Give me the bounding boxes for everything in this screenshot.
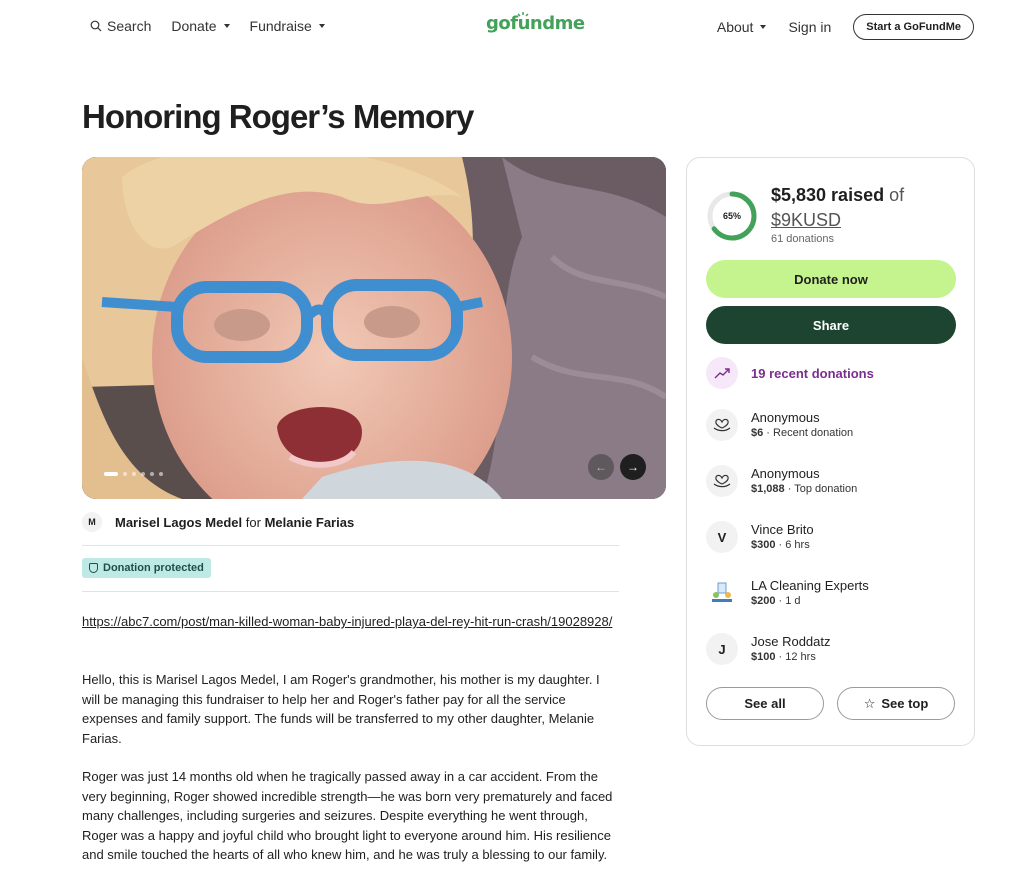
nav-left: Search Donate Fundraise — [90, 18, 325, 34]
donation-note: · 12 hrs — [775, 651, 816, 663]
about-menu-label: About — [716, 19, 754, 35]
donate-menu-label: Donate — [171, 18, 217, 34]
fundraise-menu[interactable]: Fundraise — [250, 18, 325, 34]
shield-icon — [89, 563, 98, 573]
story-paragraph: Hello, this is Marisel Lagos Medel, I am… — [82, 672, 600, 746]
see-all-button[interactable]: See all — [706, 687, 824, 720]
carousel-previous-button[interactable]: ← — [588, 454, 614, 480]
divider — [82, 545, 619, 546]
search-label: Search — [107, 18, 152, 34]
share-button[interactable]: Share — [706, 306, 956, 344]
caret-down-icon — [223, 24, 230, 28]
recent-donations-label: 19 recent donations — [751, 365, 874, 381]
nav-right: About Sign in Start a GoFundMe — [717, 14, 974, 40]
organizer-text: Marisel Lagos Medel for Melanie Farias — [115, 515, 354, 530]
donation-note: · Top donation — [784, 483, 858, 495]
start-gofundme-button[interactable]: Start a GoFundMe — [853, 14, 974, 40]
donor-name: Anonymous — [751, 410, 820, 425]
donation-meta: $1,088 · Top donation — [751, 482, 857, 497]
story-news-link[interactable]: https://abc7.com/post/man-killed-woman-b… — [82, 612, 619, 632]
donor-avatar: V — [706, 521, 738, 553]
donation-amount: $6 — [751, 427, 764, 439]
donor-avatar: J — [706, 633, 738, 665]
divider — [82, 591, 619, 592]
see-top-button[interactable]: ☆ See top — [837, 687, 955, 720]
carousel-dot[interactable] — [141, 472, 145, 476]
donation-amount: $1,088 — [751, 483, 785, 495]
star-icon: ☆ — [863, 695, 876, 711]
fundraise-menu-label: Fundraise — [249, 18, 312, 34]
arrow-left-icon: ← — [595, 460, 607, 474]
organizer-name[interactable]: Marisel Lagos Medel — [115, 515, 242, 530]
campaign-photo-carousel[interactable]: ← → — [82, 157, 666, 499]
donation-item: Anonymous $1,088 · Top donation — [706, 465, 857, 497]
progress-percent: 65% — [722, 211, 741, 221]
donation-protected-badge[interactable]: Donation protected — [82, 558, 211, 578]
heart-hand-icon — [706, 465, 738, 497]
story-paragraph: Roger was just 14 months old when he tra… — [82, 769, 613, 862]
search-link[interactable]: Search — [90, 18, 151, 34]
amount-raised: $5,830 raised of — [771, 185, 904, 206]
donation-meta: $300 · 6 hrs — [751, 538, 814, 553]
caret-down-icon — [318, 24, 325, 28]
arrow-right-icon: → — [627, 460, 639, 474]
donation-count: 61 donations — [771, 233, 834, 245]
organizer-avatar: M — [82, 512, 102, 532]
page-title: Honoring Roger’s Memory — [82, 98, 474, 135]
donate-now-button[interactable]: Donate now — [706, 260, 956, 298]
heart-hand-icon — [706, 409, 738, 441]
about-menu[interactable]: About — [717, 19, 767, 35]
donation-note: · 1 d — [775, 595, 801, 607]
carousel-dot[interactable] — [150, 472, 154, 476]
see-top-label: See top — [881, 696, 929, 711]
donate-menu[interactable]: Donate — [171, 18, 230, 34]
beneficiary-name[interactable]: Melanie Farias — [265, 515, 355, 530]
of-word: of — [889, 185, 905, 205]
donor-name: LA Cleaning Experts — [751, 578, 869, 593]
donation-item: J Jose Roddatz $100 · 12 hrs — [706, 633, 831, 665]
carousel-next-button[interactable]: → — [620, 454, 646, 480]
caret-down-icon — [760, 25, 767, 29]
donation-amount: $100 — [751, 651, 776, 663]
sign-in-link[interactable]: Sign in — [788, 19, 831, 35]
organizer-line: M Marisel Lagos Medel for Melanie Farias — [82, 512, 354, 532]
campaign-photo — [82, 157, 666, 499]
organizer-for-word: for — [245, 514, 261, 530]
donation-item: LA Cleaning Experts $200 · 1 d — [706, 577, 869, 609]
donation-meta: $6 · Recent donation — [751, 426, 853, 441]
donation-amount: $300 — [751, 539, 776, 551]
donation-note: · 6 hrs — [775, 539, 810, 551]
carousel-dot[interactable] — [123, 472, 127, 476]
carousel-indicators — [104, 472, 163, 476]
donor-name: Anonymous — [751, 466, 820, 481]
donor-name: Vince Brito — [751, 522, 814, 537]
top-navigation: Search Donate Fundraise gofundme About S… — [0, 0, 1024, 56]
donation-meta: $200 · 1 d — [751, 594, 869, 609]
carousel-dot[interactable] — [104, 472, 118, 476]
donation-item: V Vince Brito $300 · 6 hrs — [706, 521, 814, 553]
donation-amount: $200 — [751, 595, 776, 607]
carousel-dot[interactable] — [132, 472, 136, 476]
donation-item: Anonymous $6 · Recent donation — [706, 409, 853, 441]
donation-sidebar-card: 65% $5,830 raised of $9KUSD 61 donations… — [686, 157, 975, 746]
amount-raised-value: $5,830 raised — [771, 185, 885, 205]
donation-meta: $100 · 12 hrs — [751, 650, 831, 665]
donor-name: Jose Roddatz — [751, 634, 831, 649]
gofundme-logo[interactable]: gofundme — [486, 13, 585, 34]
recent-donations-link[interactable]: 19 recent donations — [706, 357, 874, 389]
company-logo — [706, 577, 738, 609]
donation-note: · Recent donation — [763, 427, 854, 439]
donation-protected-label: Donation protected — [103, 562, 204, 574]
goal-amount[interactable]: $9KUSD — [771, 210, 841, 231]
trending-up-icon — [706, 357, 738, 389]
search-icon — [90, 20, 102, 32]
carousel-dot[interactable] — [159, 472, 163, 476]
